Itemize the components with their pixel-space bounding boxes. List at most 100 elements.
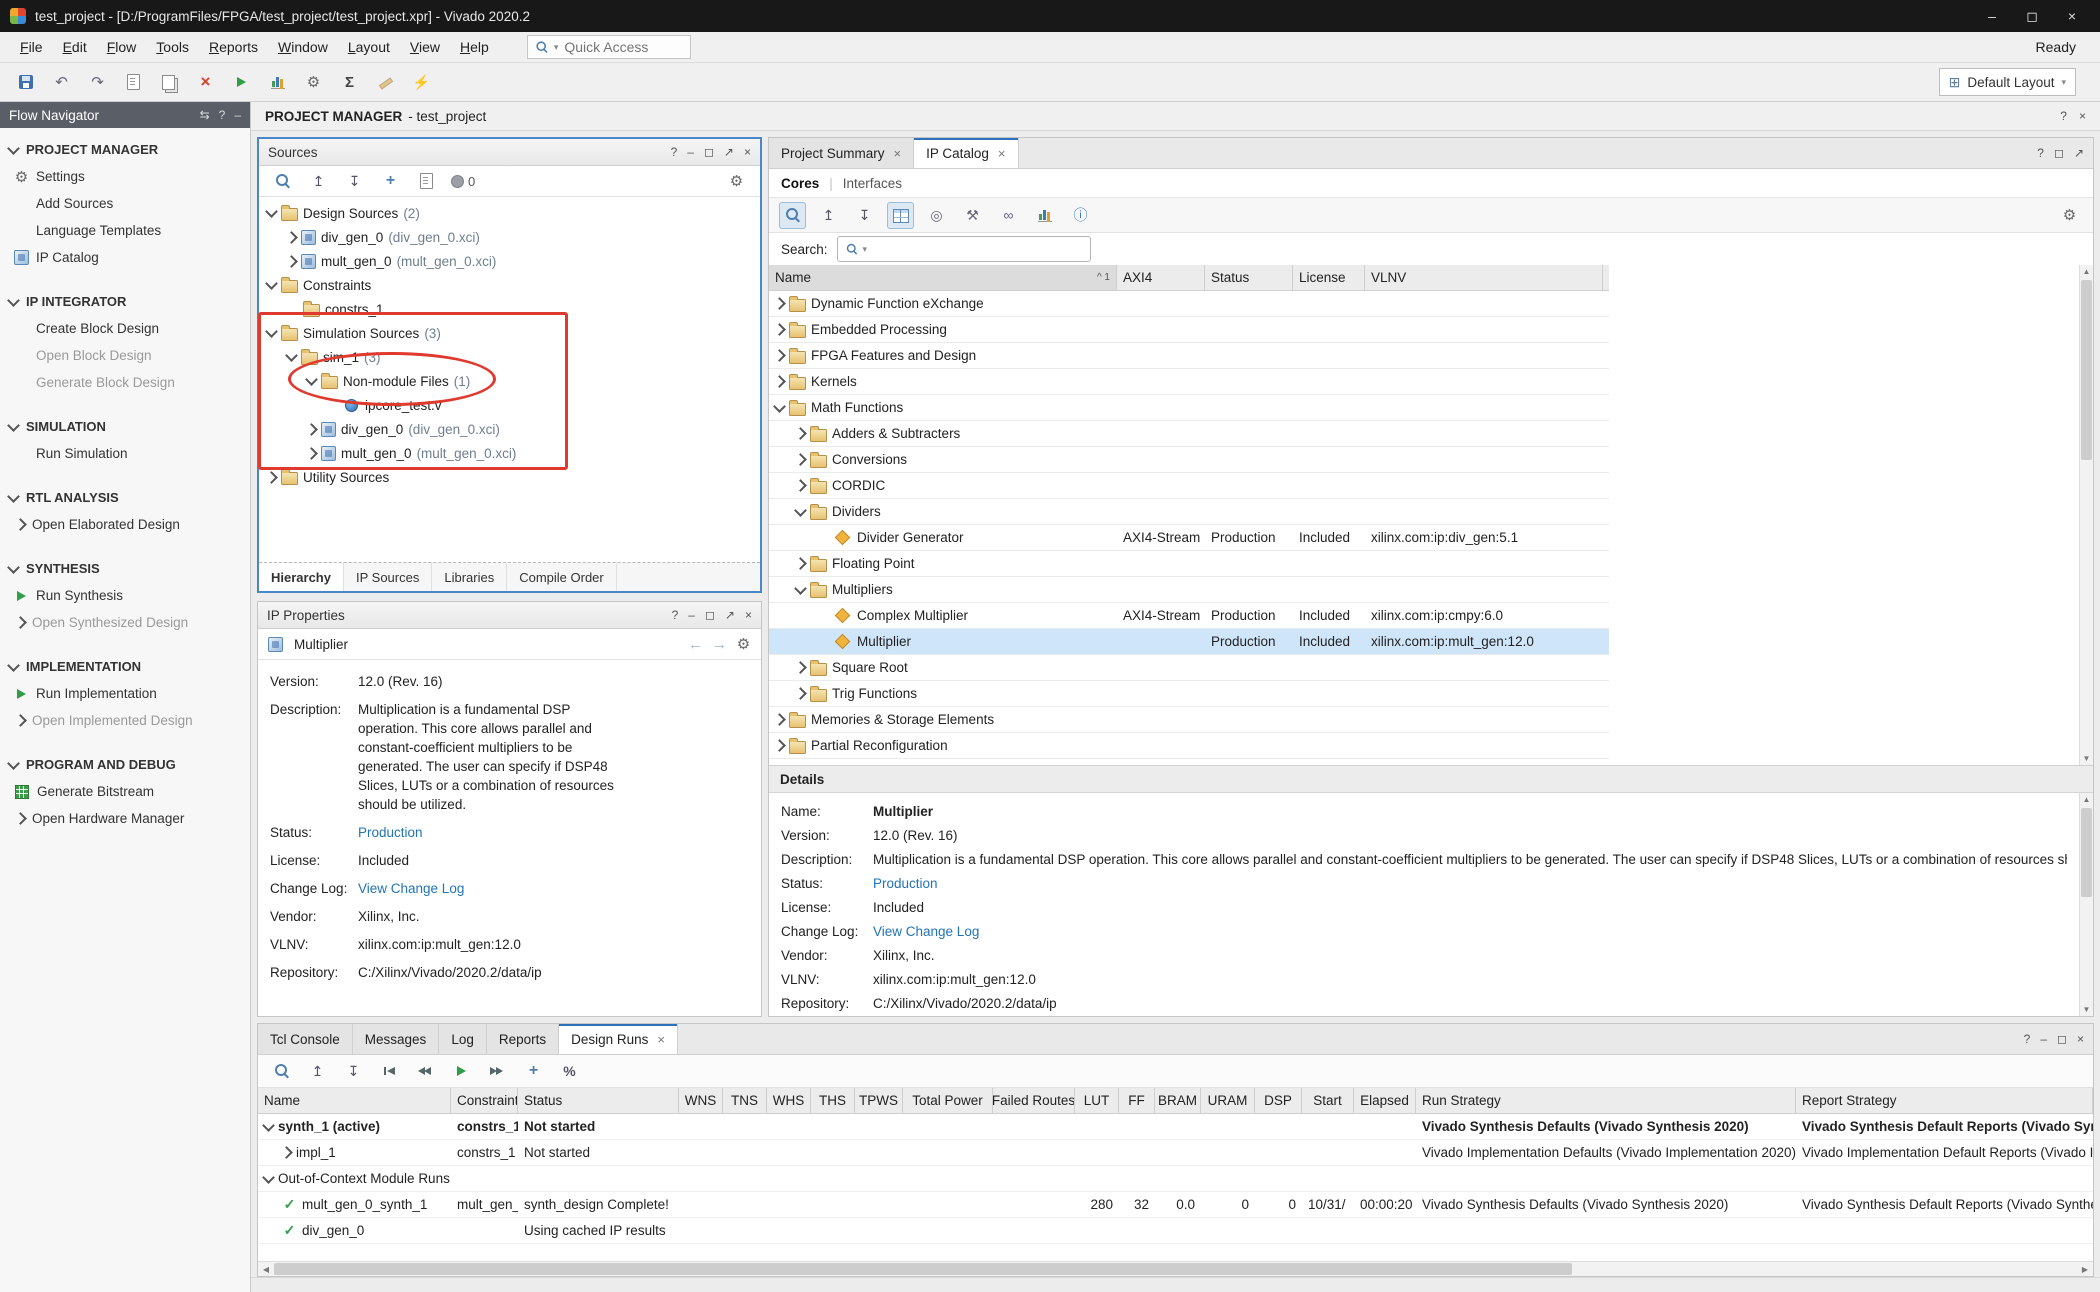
chain-button[interactable]: ∞ bbox=[995, 202, 1022, 229]
flownav-item-run-implementation[interactable]: Run Implementation bbox=[0, 680, 250, 707]
column-header-elapsed[interactable]: Elapsed bbox=[1354, 1088, 1416, 1113]
run-row-div-gen-0[interactable]: ✓div_gen_0Using cached IP results bbox=[258, 1218, 2093, 1244]
column-header-name[interactable]: Name bbox=[258, 1088, 451, 1113]
menu-help[interactable]: Help bbox=[450, 36, 499, 58]
catalog-row-cordic[interactable]: CORDIC bbox=[769, 473, 1609, 499]
maximize-icon[interactable]: ◻ bbox=[704, 145, 714, 159]
info-button[interactable]: ⓘ bbox=[1067, 202, 1094, 229]
forward-icon[interactable]: → bbox=[712, 636, 727, 653]
column-header-start[interactable]: Start bbox=[1302, 1088, 1354, 1113]
chevron-right-icon[interactable] bbox=[794, 479, 807, 492]
expand-button[interactable]: ↧ bbox=[340, 1058, 367, 1085]
scroll-right-icon[interactable]: ▶ bbox=[2077, 1265, 2093, 1274]
column-header-total-power[interactable]: Total Power bbox=[903, 1088, 993, 1113]
scroll-up-icon[interactable]: ▲ bbox=[2083, 793, 2091, 806]
flownav-section-implementation[interactable]: IMPLEMENTATION bbox=[0, 653, 250, 680]
column-header-whs[interactable]: WHS bbox=[767, 1088, 811, 1113]
menu-reports[interactable]: Reports bbox=[199, 36, 268, 58]
menu-view[interactable]: View bbox=[400, 36, 450, 58]
flownav-item-open-implemented-design[interactable]: Open Implemented Design bbox=[0, 707, 250, 734]
source-div-gen-0[interactable]: div_gen_0 (div_gen_0.xci) bbox=[259, 225, 760, 249]
chevron-right-icon[interactable] bbox=[280, 1146, 293, 1159]
chevron-right-icon[interactable] bbox=[14, 812, 27, 825]
close-icon[interactable]: × bbox=[2079, 109, 2086, 123]
scroll-down-icon[interactable]: ▼ bbox=[2083, 1003, 2091, 1016]
close-tab-icon[interactable]: × bbox=[998, 146, 1006, 161]
menu-edit[interactable]: Edit bbox=[53, 36, 97, 58]
sources-tab-hierarchy[interactable]: Hierarchy bbox=[259, 563, 344, 591]
percent-button[interactable]: % bbox=[556, 1058, 583, 1085]
doc-button[interactable] bbox=[120, 69, 147, 96]
source-simulation-sources[interactable]: Simulation Sources (3) bbox=[259, 321, 760, 345]
menu-flow[interactable]: Flow bbox=[97, 36, 147, 58]
scrollbar-thumb[interactable] bbox=[2081, 280, 2092, 460]
expand-button[interactable]: ↧ bbox=[341, 168, 368, 195]
column-header-tpws[interactable]: TPWS bbox=[855, 1088, 903, 1113]
source-div-gen-0[interactable]: div_gen_0 (div_gen_0.xci) bbox=[259, 417, 760, 441]
help-icon[interactable]: ? bbox=[671, 145, 678, 159]
target-button[interactable]: ◎ bbox=[923, 202, 950, 229]
source-constraints[interactable]: Constraints bbox=[259, 273, 760, 297]
catalog-row-floating-point[interactable]: Floating Point bbox=[769, 551, 1609, 577]
column-header-license[interactable]: License bbox=[1293, 265, 1365, 290]
help-icon[interactable]: ? bbox=[2024, 1032, 2031, 1046]
source-mult-gen-0[interactable]: mult_gen_0 (mult_gen_0.xci) bbox=[259, 249, 760, 273]
tab-design-runs[interactable]: Design Runs× bbox=[559, 1024, 678, 1054]
float-icon[interactable]: ↗ bbox=[724, 145, 734, 159]
chevron-down-icon[interactable] bbox=[794, 504, 807, 517]
collapse-button[interactable]: ↥ bbox=[815, 202, 842, 229]
layout-selector[interactable]: ⊞ Default Layout ▾ bbox=[1939, 68, 2076, 96]
catalog-row-memories-storage-elements[interactable]: Memories & Storage Elements bbox=[769, 707, 1609, 733]
window-minimize-button[interactable]: – bbox=[1974, 3, 2010, 29]
flownav-section-project-manager[interactable]: PROJECT MANAGER bbox=[0, 136, 250, 163]
quick-access-search[interactable]: ▾ bbox=[527, 35, 691, 59]
scroll-down-icon[interactable]: ▼ bbox=[2083, 752, 2091, 765]
chevron-down-icon[interactable] bbox=[305, 373, 318, 386]
catalog-row-multipliers[interactable]: Multipliers bbox=[769, 577, 1609, 603]
chevron-down-icon[interactable] bbox=[7, 419, 20, 432]
collapse-button[interactable]: ↥ bbox=[304, 1058, 331, 1085]
flownav-section-ip-integrator[interactable]: IP INTEGRATOR bbox=[0, 288, 250, 315]
chevron-down-icon[interactable] bbox=[7, 757, 20, 770]
save-button[interactable] bbox=[12, 69, 39, 96]
source-utility-sources[interactable]: Utility Sources bbox=[259, 465, 760, 489]
column-header-ff[interactable]: FF bbox=[1119, 1088, 1155, 1113]
catalog-row-fpga-features-and-design[interactable]: FPGA Features and Design bbox=[769, 343, 1609, 369]
tab-tcl-console[interactable]: Tcl Console bbox=[258, 1024, 353, 1054]
window-close-button[interactable]: × bbox=[2054, 3, 2090, 29]
flownav-item-open-elaborated-design[interactable]: Open Elaborated Design bbox=[0, 511, 250, 538]
run-row-synth-1-active[interactable]: synth_1 (active)constrs_1Not startedViva… bbox=[258, 1114, 2093, 1140]
column-header-status[interactable]: Status bbox=[518, 1088, 679, 1113]
chevron-right-icon[interactable] bbox=[305, 447, 318, 460]
flownav-item-open-block-design[interactable]: Open Block Design bbox=[0, 342, 250, 369]
settings-button[interactable]: ⚙ bbox=[723, 168, 750, 195]
gear-icon[interactable]: ⚙ bbox=[736, 635, 751, 653]
settings-button[interactable]: ⚙ bbox=[2056, 202, 2083, 229]
catalog-row-dynamic-function-exchange[interactable]: Dynamic Function eXchange bbox=[769, 291, 1609, 317]
chevron-down-icon[interactable] bbox=[262, 1119, 275, 1132]
column-header-report-strategy[interactable]: Report Strategy bbox=[1796, 1088, 2093, 1113]
flownav-section-synthesis[interactable]: SYNTHESIS bbox=[0, 555, 250, 582]
menu-window[interactable]: Window bbox=[268, 36, 338, 58]
field-value-link[interactable]: View Change Log bbox=[873, 922, 979, 941]
chevron-down-icon[interactable] bbox=[7, 659, 20, 672]
catalog-row-kernels[interactable]: Kernels bbox=[769, 369, 1609, 395]
column-header-tns[interactable]: TNS bbox=[723, 1088, 767, 1113]
wrench-button[interactable]: ⚒ bbox=[959, 202, 986, 229]
expand-button[interactable]: ↧ bbox=[851, 202, 878, 229]
field-value-link[interactable]: View Change Log bbox=[358, 879, 464, 898]
column-header-constraints[interactable]: Constraints bbox=[451, 1088, 518, 1113]
chevron-right-icon[interactable] bbox=[794, 661, 807, 674]
messages-badge[interactable]: 0 bbox=[451, 174, 475, 189]
source-ipcore-test-v[interactable]: ipcore_test.v bbox=[259, 393, 760, 417]
source-constrs-1[interactable]: constrs_1 bbox=[259, 297, 760, 321]
fastback-button[interactable] bbox=[412, 1058, 439, 1085]
collapse-button[interactable]: ↥ bbox=[305, 168, 332, 195]
search-button[interactable] bbox=[269, 168, 296, 195]
run-row-mult-gen-0-synth-1[interactable]: ✓mult_gen_0_synth_1mult_gen_0synth_desig… bbox=[258, 1192, 2093, 1218]
cancel-button[interactable]: × bbox=[192, 69, 219, 96]
flownav-item-run-synthesis[interactable]: Run Synthesis bbox=[0, 582, 250, 609]
flownav-section-program-and-debug[interactable]: PROGRAM AND DEBUG bbox=[0, 751, 250, 778]
column-header-bram[interactable]: BRAM bbox=[1155, 1088, 1201, 1113]
chevron-down-icon[interactable] bbox=[262, 1171, 275, 1184]
